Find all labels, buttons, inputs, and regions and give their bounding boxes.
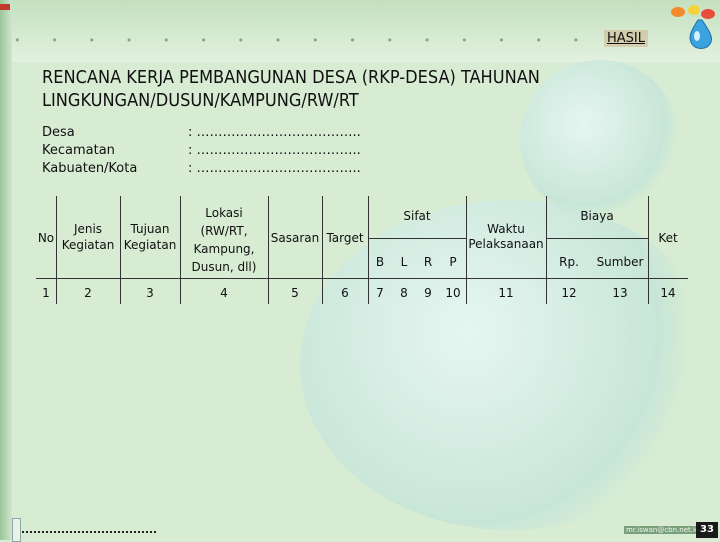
- header-sifat-r: R: [423, 255, 433, 269]
- info-label: Kabuaten/Kota: [42, 161, 138, 176]
- column-number: 10: [445, 286, 461, 300]
- page-number: 33: [696, 522, 718, 538]
- column-number: 13: [612, 286, 628, 300]
- header-tujuan-kegiatan: Tujuan Kegiatan: [120, 221, 180, 253]
- info-value: : ………………………………..: [188, 125, 361, 140]
- header-line: Kegiatan: [61, 238, 115, 252]
- column-number: 7: [376, 286, 384, 300]
- corner-marker: [0, 4, 10, 10]
- column-number: 6: [341, 286, 349, 300]
- info-row-desa: Desa : ………………………………..: [42, 124, 361, 142]
- header-sasaran: Sasaran: [270, 231, 320, 245]
- column-number: 1: [42, 286, 50, 300]
- table-gridline: [368, 238, 466, 239]
- header-biaya: Biaya: [580, 209, 614, 223]
- header-line: Kegiatan: [123, 238, 177, 252]
- column-number: 4: [220, 286, 228, 300]
- info-value: : ………………………………..: [188, 143, 361, 158]
- table-gridline: [36, 278, 688, 279]
- header-line: Lokasi: [205, 206, 243, 220]
- decorative-dots: • • • • • • • • • • • • • • • • • • • • …: [14, 34, 604, 44]
- header-jenis-kegiatan: Jenis Kegiatan: [56, 221, 120, 253]
- column-number: 2: [84, 286, 92, 300]
- header-line: Tujuan: [130, 222, 170, 236]
- column-number: 14: [660, 286, 676, 300]
- footer-email: mr.iswan@cbn.net.id: [624, 526, 702, 534]
- header-line: Pelaksanaan: [468, 237, 544, 251]
- header-ket: Ket: [658, 231, 678, 245]
- header-biaya-sumber: Sumber: [596, 255, 644, 269]
- column-number: 8: [400, 286, 408, 300]
- info-row-kecamatan: Kecamatan : ………………………………..: [42, 142, 361, 160]
- info-label: Kecamatan: [42, 143, 115, 158]
- header-no: No: [37, 231, 55, 245]
- header-line: (RW/RT,: [200, 224, 248, 238]
- header-target: Target: [326, 231, 364, 245]
- column-number: 3: [146, 286, 154, 300]
- column-number: 11: [498, 286, 514, 300]
- column-number: 12: [561, 286, 577, 300]
- header-line: Waktu: [487, 222, 525, 236]
- title-line-2: LINGKUNGAN/DUSUN/KAMPUNG/RW/RT: [42, 90, 359, 111]
- header-sifat-l: L: [400, 255, 408, 269]
- header-line: Jenis: [73, 222, 103, 236]
- droplet-logo-icon: [671, 5, 715, 49]
- location-info: Desa : ……………………………….. Kecamatan : …………………: [42, 124, 361, 178]
- header-lokasi: Lokasi (RW/RT, Kampung, Dusun, dll): [180, 204, 268, 276]
- header-sifat: Sifat: [403, 209, 431, 223]
- footer-dotted-line: [22, 531, 156, 533]
- header-biaya-rp: Rp.: [559, 255, 579, 269]
- info-value: : ………………………………..: [188, 161, 361, 176]
- column-number: 9: [424, 286, 432, 300]
- left-bar: [0, 0, 12, 540]
- title-line-1: RENCANA KERJA PEMBANGUNAN DESA (RKP-DESA…: [42, 67, 540, 88]
- column-number: 5: [291, 286, 299, 300]
- info-row-kabupaten: Kabuaten/Kota : ………………………………..: [42, 160, 361, 178]
- header-line: Kampung,: [193, 242, 255, 256]
- header-sifat-p: P: [449, 255, 457, 269]
- footer-marker: [12, 518, 21, 542]
- header-waktu-pelaksanaan: Waktu Pelaksanaan: [466, 222, 546, 252]
- header-line: Dusun, dll): [191, 260, 257, 274]
- table-gridline: [546, 238, 648, 239]
- rkp-table: No Jenis Kegiatan Tujuan Kegiatan Lokasi…: [36, 196, 688, 304]
- hasil-link[interactable]: HASIL: [604, 30, 648, 47]
- info-label: Desa: [42, 125, 75, 140]
- header-sifat-b: B: [375, 255, 385, 269]
- page-title: RENCANA KERJA PEMBANGUNAN DESA (RKP-DESA…: [42, 66, 540, 112]
